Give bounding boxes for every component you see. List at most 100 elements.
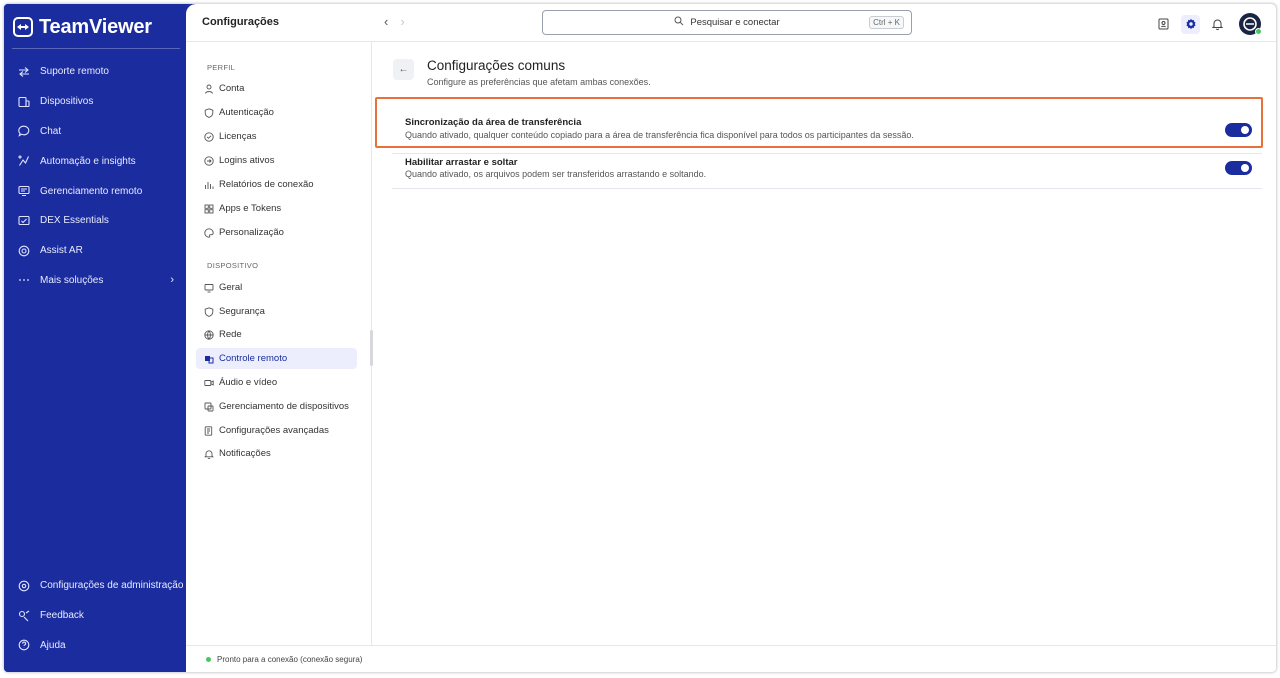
bell-icon [203, 448, 214, 459]
settings-item-conta[interactable]: Conta [196, 78, 357, 99]
avatar[interactable] [1239, 13, 1262, 35]
online-status-dot [1255, 28, 1262, 35]
settings-item-relatorios[interactable]: Relatórios de conexão [196, 174, 357, 195]
main-sidebar: TeamViewer Suporte remoto Dispositivos C… [4, 4, 186, 672]
settings-item-label: Geral [219, 282, 243, 293]
remote-control-icon [203, 353, 214, 364]
sidebar-item-ajuda[interactable]: Ajuda [4, 631, 186, 661]
main-panel: Configurações ‹ › Pesquisar e conectar C… [186, 4, 1276, 672]
sidebar-bottom-nav: Configurações de administração Feedback … [4, 571, 186, 660]
search-icon [674, 16, 684, 29]
video-camera-icon [203, 377, 214, 388]
settings-item-apps-tokens[interactable]: Apps e Tokens [196, 198, 357, 219]
page-title: Configurações [202, 16, 280, 28]
help-icon [18, 639, 30, 651]
settings-item-label: Rede [219, 329, 242, 340]
sidebar-item-dex-essentials[interactable]: DEX Essentials [4, 206, 186, 236]
assist-ar-icon [18, 245, 30, 257]
shield-icon [203, 306, 214, 317]
sidebar-item-dispositivos[interactable]: Dispositivos [4, 87, 186, 117]
toggle-knob [1241, 126, 1249, 134]
sidebar-item-automacao[interactable]: Automação e insights [4, 146, 186, 176]
sidebar-item-suporte-remoto[interactable]: Suporte remoto [4, 57, 186, 87]
top-bar: Configurações ‹ › Pesquisar e conectar C… [186, 4, 1276, 42]
settings-item-label: Personalização [219, 227, 284, 238]
toggle-knob [1241, 164, 1249, 172]
search-placeholder: Pesquisar e conectar [690, 17, 780, 28]
sidebar-item-admin-settings[interactable]: Configurações de administração [4, 571, 186, 601]
settings-item-geral[interactable]: Geral [196, 277, 357, 298]
arrow-left-icon: ← [398, 64, 409, 75]
settings-item-label: Áudio e vídeo [219, 377, 278, 388]
settings-item-rede[interactable]: Rede [196, 324, 357, 345]
monitor-icon [203, 282, 214, 293]
setting-description: Quando ativado, qualquer conteúdo copiad… [405, 130, 914, 140]
top-icons [1154, 13, 1262, 35]
settings-nav: PERFIL Conta Autenticação Licenças Login… [186, 42, 373, 645]
section-label-perfil: PERFIL [207, 63, 236, 72]
settings-item-personalizacao[interactable]: Personalização [196, 222, 357, 243]
sidebar-item-mais-solucoes[interactable]: Mais soluções › [4, 266, 186, 296]
bar-chart-icon [203, 179, 214, 190]
sidebar-item-label: DEX Essentials [40, 215, 109, 227]
settings-item-label: Licenças [219, 131, 257, 142]
automation-icon [18, 155, 30, 167]
dex-icon [18, 215, 30, 227]
sidebar-item-assist-ar[interactable]: Assist AR [4, 236, 186, 266]
apps-icon [203, 203, 214, 214]
settings-item-label: Segurança [219, 306, 265, 317]
settings-item-label: Apps e Tokens [219, 203, 282, 214]
sidebar-item-label: Automação e insights [40, 155, 136, 167]
settings-item-audio-video[interactable]: Áudio e vídeo [196, 372, 357, 393]
login-icon [203, 155, 214, 166]
teamviewer-logo[interactable]: TeamViewer [13, 14, 152, 40]
sidebar-item-gerenciamento-remoto[interactable]: Gerenciamento remoto [4, 176, 186, 206]
sidebar-item-label: Feedback [40, 610, 84, 622]
settings-item-seguranca[interactable]: Segurança [196, 301, 357, 322]
settings-item-controle-remoto[interactable]: Controle remoto [196, 348, 357, 369]
teamviewer-logo-icon [13, 17, 33, 37]
content-subtitle: Configure as preferências que afetam amb… [427, 77, 651, 87]
sidebar-item-label: Dispositivos [40, 96, 94, 108]
bell-icon[interactable] [1208, 15, 1227, 34]
settings-content: ← Configurações comuns Configure as pref… [372, 42, 1276, 645]
settings-item-label: Autenticação [219, 107, 274, 118]
sidebar-item-label: Suporte remoto [40, 66, 109, 78]
back-arrow-icon[interactable]: ‹ [384, 14, 388, 29]
shield-icon [203, 107, 214, 118]
settings-item-label: Conta [219, 83, 245, 94]
back-button[interactable]: ← [393, 59, 414, 80]
settings-item-gerenciamento-dispositivos[interactable]: Gerenciamento de dispositivos [196, 396, 357, 417]
settings-item-label: Notificações [219, 448, 271, 459]
history-nav: ‹ › [384, 14, 405, 29]
content-title: Configurações comuns [427, 58, 566, 73]
status-text: Pronto para a conexão (conexão segura) [217, 654, 363, 664]
contact-card-icon[interactable] [1154, 15, 1173, 34]
sidebar-item-chat[interactable]: Chat [4, 117, 186, 147]
settings-item-logins-ativos[interactable]: Logins ativos [196, 150, 357, 171]
arrows-swap-icon [18, 66, 30, 78]
sidebar-item-feedback[interactable]: Feedback [4, 601, 186, 631]
drag-drop-toggle[interactable] [1225, 161, 1252, 175]
check-circle-icon [203, 131, 214, 142]
clipboard-sync-toggle[interactable] [1225, 123, 1252, 137]
setting-description: Quando ativado, os arquivos podem ser tr… [405, 169, 707, 179]
chevron-right-icon: › [170, 274, 174, 287]
settings-item-configuracoes-avancadas[interactable]: Configurações avançadas [196, 420, 357, 441]
settings-item-label: Logins ativos [219, 155, 275, 166]
settings-item-label: Gerenciamento de dispositivos [219, 401, 349, 412]
sidebar-item-label: Chat [40, 125, 62, 137]
settings-item-label: Relatórios de conexão [219, 179, 314, 190]
user-icon [203, 83, 214, 94]
settings-item-autenticacao[interactable]: Autenticação [196, 102, 357, 123]
search-input[interactable]: Pesquisar e conectar Ctrl + K [542, 10, 912, 35]
settings-item-label: Controle remoto [219, 353, 288, 364]
app-window: TeamViewer Suporte remoto Dispositivos C… [4, 4, 1276, 672]
forward-arrow-icon[interactable]: › [400, 14, 404, 29]
settings-item-licencas[interactable]: Licenças [196, 126, 357, 147]
sidebar-item-label: Gerenciamento remoto [40, 185, 143, 197]
settings-item-notificacoes[interactable]: Notificações [196, 443, 357, 464]
sidebar-item-label: Assist AR [40, 245, 83, 257]
settings-gear-icon[interactable] [1181, 14, 1200, 34]
more-dots-icon [18, 274, 30, 286]
